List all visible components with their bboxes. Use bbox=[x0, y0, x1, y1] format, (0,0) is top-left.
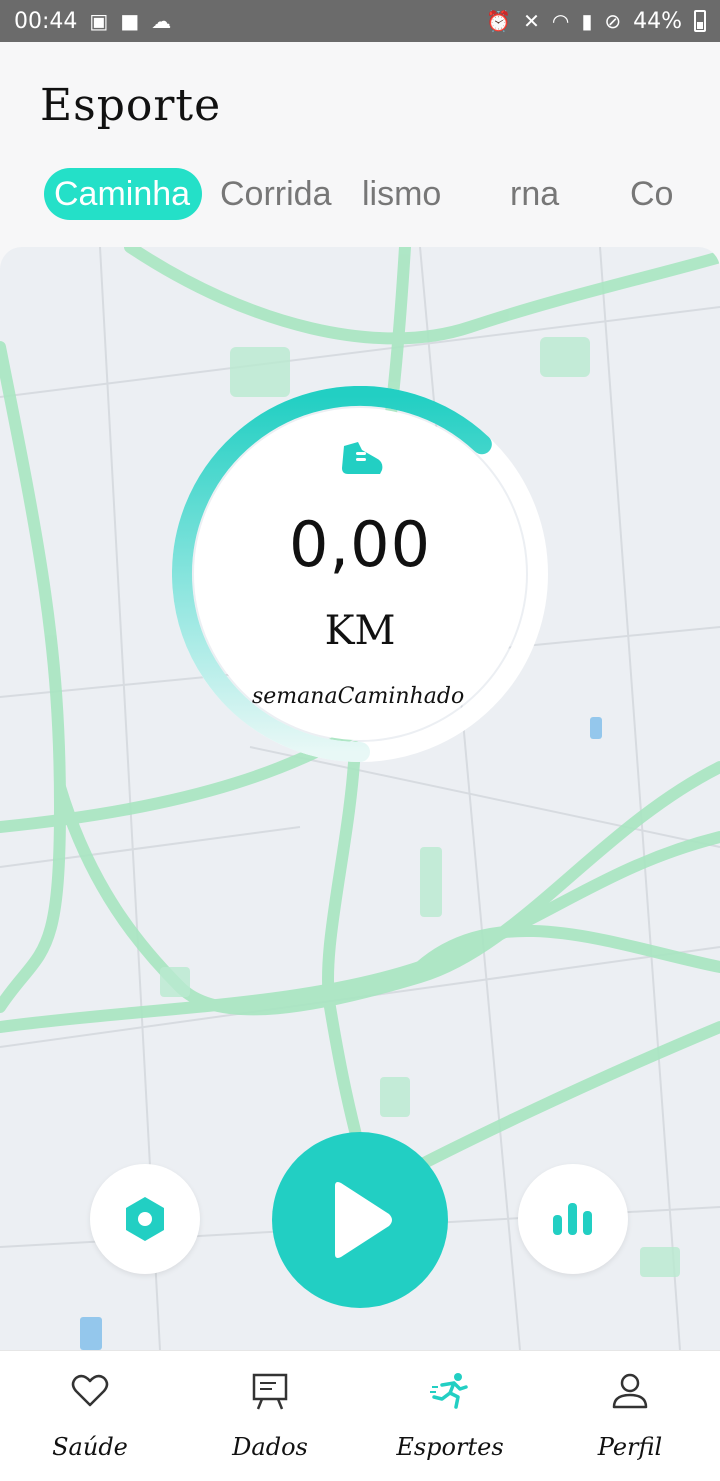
folder-icon: ■ bbox=[120, 9, 140, 33]
nav-label-esportes: Esportes bbox=[396, 1433, 504, 1461]
tab-ciclismo[interactable]: lismo bbox=[362, 168, 452, 220]
alarm-icon: ⏰ bbox=[486, 9, 512, 33]
nav-label-dados: Dados bbox=[232, 1433, 308, 1461]
tab-4[interactable]: rna bbox=[510, 168, 582, 220]
wifi-icon: ◠ bbox=[551, 9, 570, 33]
bottom-nav: Saúde Dados Esportes Perfil bbox=[0, 1350, 720, 1481]
nav-esportes[interactable]: Esportes bbox=[360, 1351, 540, 1481]
clock: 00:44 bbox=[14, 8, 78, 34]
mute-icon: ✕ bbox=[523, 9, 540, 33]
nav-saude[interactable]: Saúde bbox=[0, 1351, 180, 1481]
status-left: 00:44 ▣ ■ ☁ bbox=[14, 9, 171, 34]
settings-icon bbox=[126, 1197, 164, 1241]
person-icon bbox=[612, 1373, 648, 1409]
cloud-icon: ☁ bbox=[151, 9, 172, 33]
week-caption: semanaCaminhado bbox=[252, 684, 465, 709]
settings-button[interactable] bbox=[90, 1164, 200, 1274]
bar-chart-icon bbox=[553, 1203, 592, 1235]
runner-icon bbox=[430, 1373, 468, 1409]
nav-label-saude: Saúde bbox=[52, 1433, 128, 1461]
tab-corrida[interactable]: Corrida bbox=[220, 168, 344, 220]
nav-label-perfil: Perfil bbox=[597, 1433, 663, 1461]
heart-icon bbox=[71, 1374, 109, 1407]
battery-icon bbox=[694, 10, 706, 32]
block-icon: ⊘ bbox=[604, 9, 622, 33]
tab-5[interactable]: Co bbox=[630, 168, 690, 220]
summary-card: 0,00 KM semanaCaminhado bbox=[194, 408, 526, 740]
board-icon bbox=[252, 1373, 288, 1410]
page-title: Esporte bbox=[40, 80, 222, 131]
signal-icon: ▮ bbox=[581, 9, 593, 33]
nav-perfil[interactable]: Perfil bbox=[540, 1351, 720, 1481]
distance-unit: KM bbox=[324, 608, 396, 654]
play-icon bbox=[335, 1182, 392, 1258]
tab-caminhada[interactable]: Caminha bbox=[44, 168, 202, 220]
distance-value: 0,00 bbox=[288, 508, 432, 581]
image-icon: ▣ bbox=[89, 9, 109, 33]
play-button[interactable] bbox=[272, 1132, 448, 1308]
shoe-icon bbox=[342, 442, 383, 474]
nav-dados[interactable]: Dados bbox=[180, 1351, 360, 1481]
sport-tabs: Caminha Corrida lismo rna Co bbox=[44, 168, 690, 220]
status-bar: 00:44 ▣ ■ ☁ ⏰ ✕ ◠ ▮ ⊘ 44% bbox=[0, 0, 720, 42]
status-right: ⏰ ✕ ◠ ▮ ⊘ 44% bbox=[486, 9, 706, 34]
header: Esporte Caminha Corrida lismo rna Co bbox=[0, 42, 720, 247]
battery-text: 44% bbox=[633, 8, 682, 34]
stats-button[interactable] bbox=[518, 1164, 628, 1274]
